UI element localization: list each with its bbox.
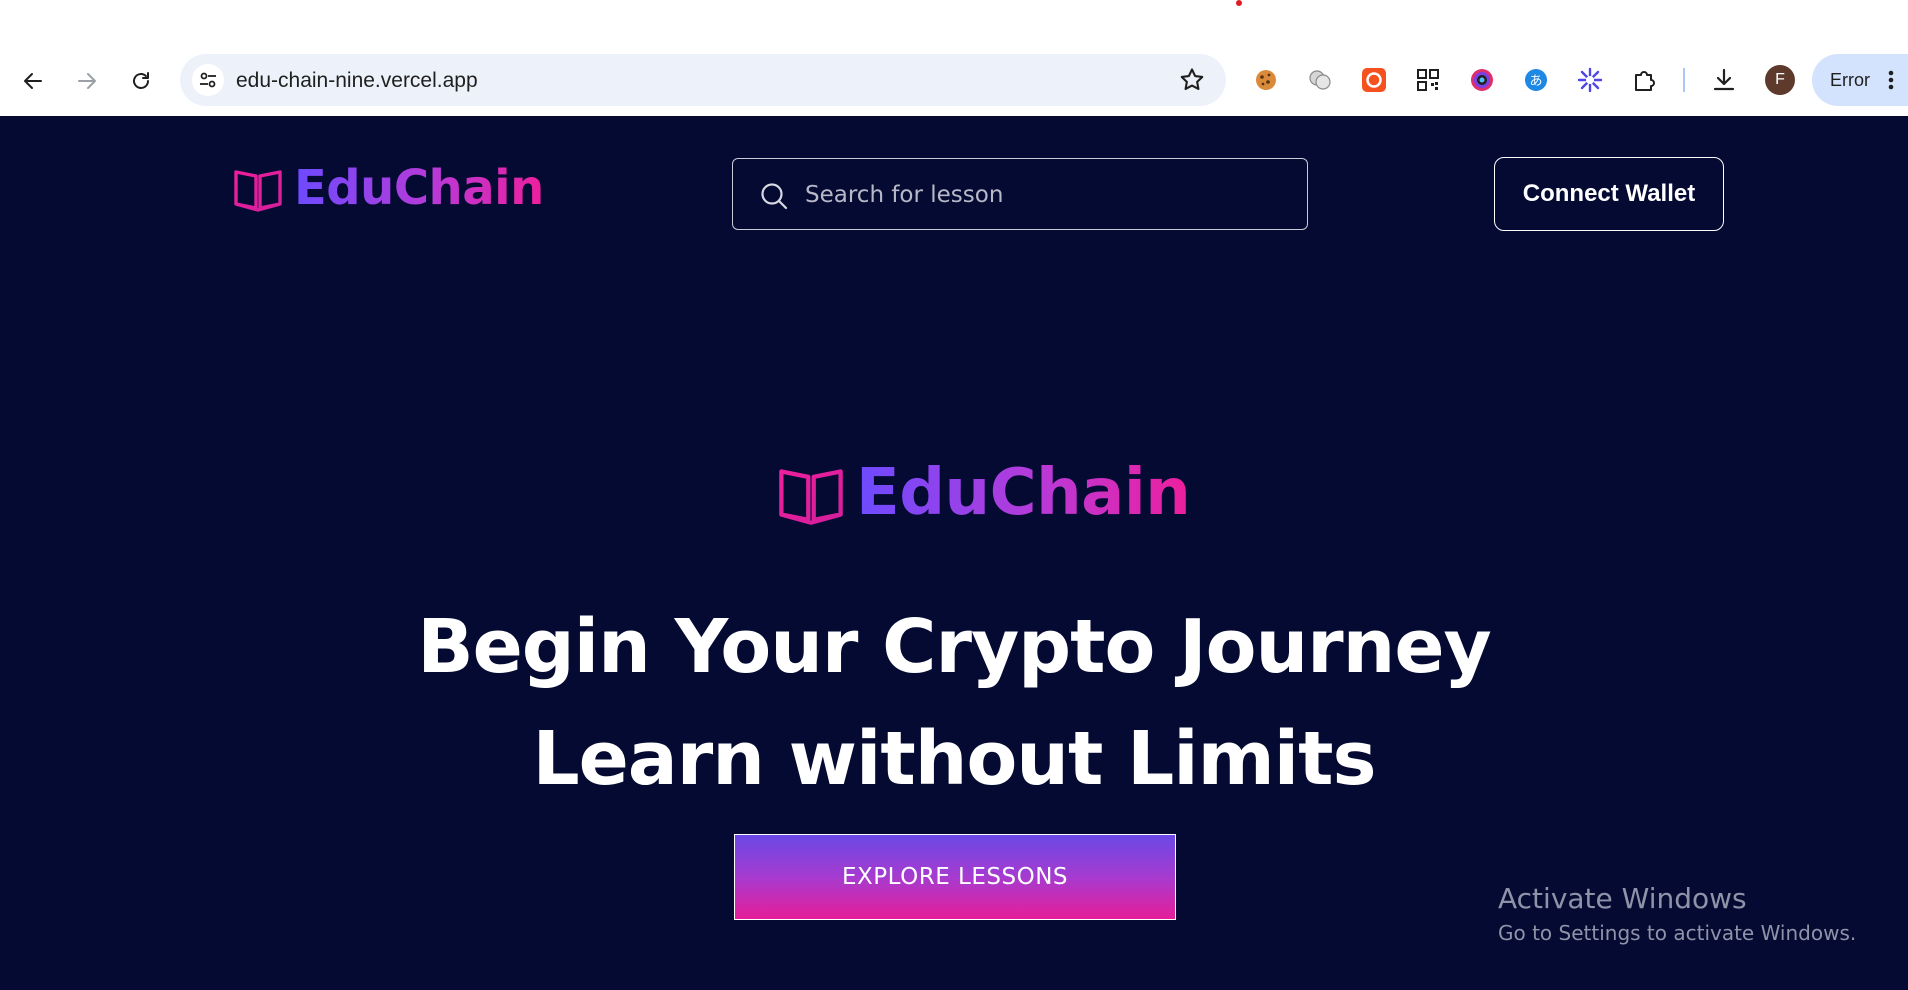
site-info-button[interactable] [192,64,224,96]
windows-activation-watermark: Activate Windows Go to Settings to activ… [1498,882,1856,945]
page-content: EduChain Connect Wallet EduChain Begin Y… [0,116,1908,990]
address-bar[interactable]: edu-chain-nine.vercel.app [180,54,1226,106]
translate-icon: あ [1525,69,1547,91]
arrow-left-icon [24,73,42,89]
profile-avatar[interactable]: F [1765,65,1795,95]
recording-indicator [1236,0,1242,6]
search-icon [761,183,788,210]
search-input[interactable] [805,175,1285,215]
error-label: Error [1830,70,1870,90]
translate-extension-button[interactable]: あ [1520,64,1552,96]
toolbar-divider [1683,68,1685,92]
qr-extension-button[interactable] [1412,64,1444,96]
tune-icon [200,72,216,88]
kebab-icon[interactable] [1884,66,1898,94]
reload-icon [133,72,149,89]
url-text[interactable]: edu-chain-nine.vercel.app [236,69,478,93]
svg-text:あ: あ [1529,74,1542,89]
blob-icon [1309,70,1331,90]
download-icon [1713,68,1735,91]
browser-error-chip[interactable]: Error [1812,54,1908,106]
connect-wallet-button[interactable]: Connect Wallet [1494,157,1724,231]
color-picker-icon [1471,69,1493,91]
color-picker-extension-button[interactable] [1466,64,1498,96]
hero-brand-name: EduChain [856,456,1191,530]
book-logo-icon [779,469,843,525]
record-icon [1362,68,1386,92]
qr-code-icon [1417,69,1439,91]
hero-headline-line-1: Begin Your Crypto Journey [417,604,1492,690]
explore-lessons-button[interactable]: EXPLORE LESSONS [734,834,1176,920]
blob-extension-button[interactable] [1304,64,1336,96]
forward-button[interactable] [70,64,104,98]
watermark-subtitle: Go to Settings to activate Windows. [1498,921,1857,945]
arrow-right-icon [78,73,96,89]
lesson-search-box[interactable] [732,158,1308,230]
puzzle-icon [1635,71,1655,91]
reload-button[interactable] [124,64,158,98]
back-button[interactable] [16,64,50,98]
brand-name: EduChain [294,160,544,216]
record-extension-button[interactable] [1358,64,1390,96]
book-logo-icon [234,170,282,212]
hero-headline-line-2: Learn without Limits [532,716,1376,802]
sparkle-icon [1577,67,1603,93]
extensions-button[interactable] [1628,64,1660,96]
cookie-extension-button[interactable] [1250,64,1282,96]
downloads-button[interactable] [1708,64,1740,96]
cookie-icon [1256,70,1276,90]
hero-logo: EduChain [776,456,1191,530]
watermark-title: Activate Windows [1498,882,1747,915]
tab-strip [0,0,1908,52]
sparkle-extension-button[interactable] [1574,64,1606,96]
header-logo[interactable]: EduChain [232,160,544,216]
star-icon[interactable] [1178,66,1206,94]
